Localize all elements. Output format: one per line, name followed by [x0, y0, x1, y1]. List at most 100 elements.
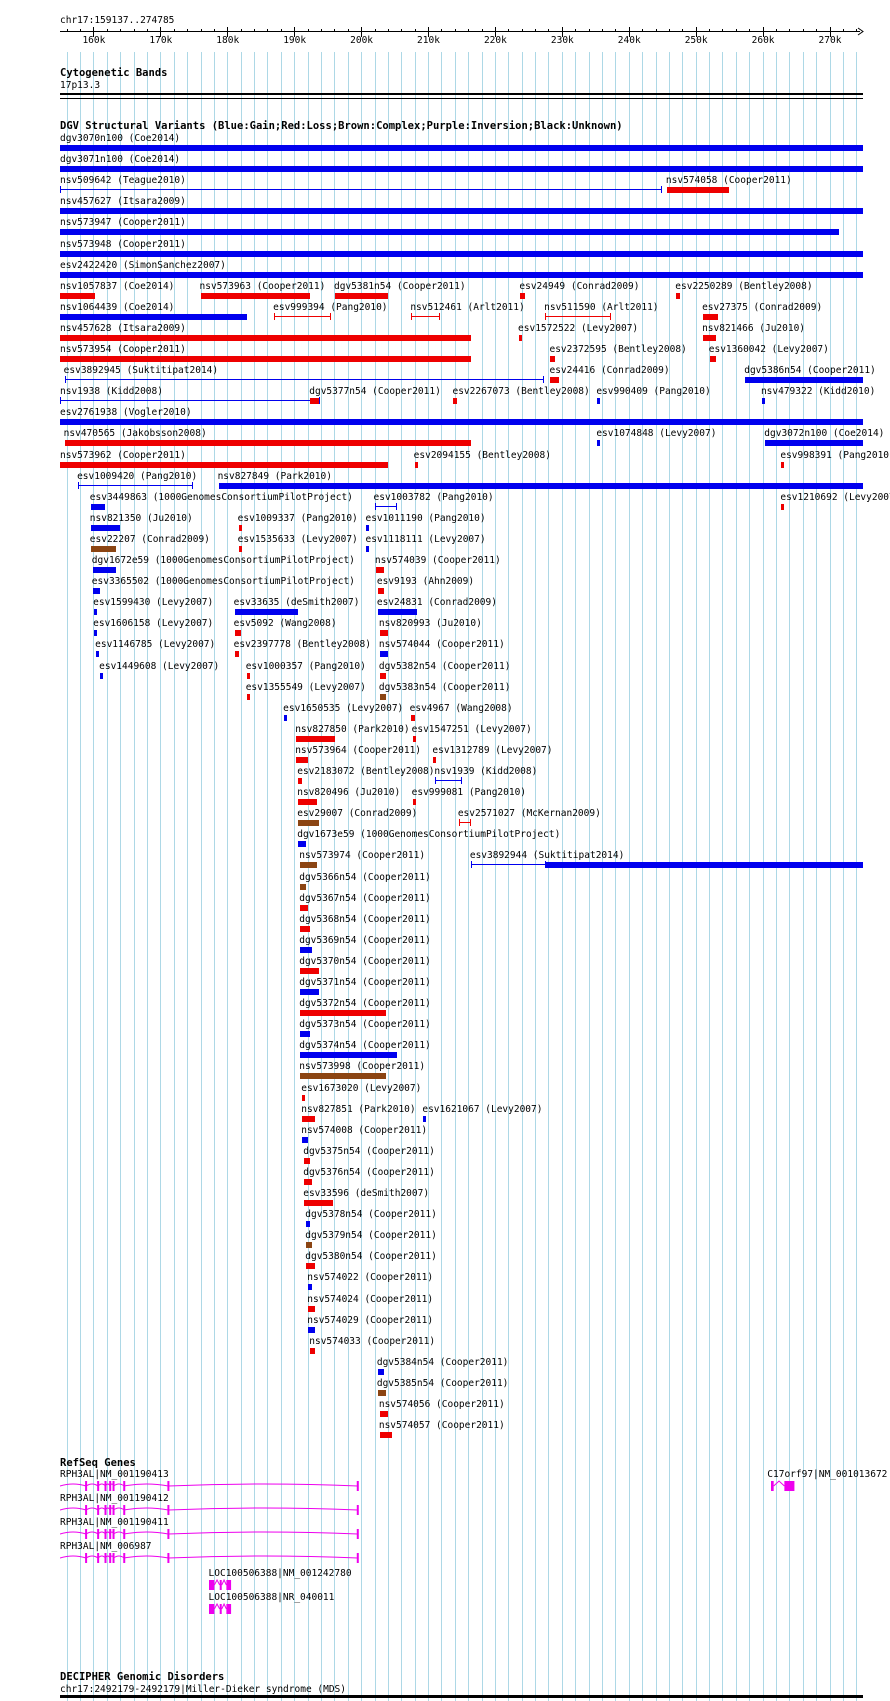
sv-bar-gain[interactable] [92, 588, 101, 595]
sv-bar-gain[interactable] [597, 440, 601, 447]
sv-label[interactable]: esv1360042 (Levy2007) [709, 344, 829, 355]
sv-bar-gain[interactable] [94, 609, 98, 616]
sv-bar-gain[interactable] [300, 946, 313, 953]
sv-bar-gain[interactable] [308, 1284, 313, 1291]
sv-bar-loss[interactable] [519, 334, 523, 341]
sv-bar-loss[interactable] [310, 398, 319, 405]
sv-label[interactable]: dgv3072n100 (Coe2014) [764, 428, 884, 439]
sv-span-line[interactable] [60, 189, 663, 191]
sv-bar-loss[interactable] [60, 292, 96, 299]
sv-label[interactable]: dgv5383n54 (Cooper2011) [379, 682, 511, 693]
sv-bar-loss[interactable] [300, 1010, 386, 1017]
sv-bar-loss[interactable] [246, 672, 250, 679]
gene-model[interactable] [60, 1504, 362, 1518]
gene-label[interactable]: RPH3AL|NM_006987 [60, 1541, 152, 1552]
sv-bar-gain[interactable] [765, 440, 863, 447]
sv-bar-gain[interactable] [546, 862, 863, 869]
sv-label[interactable]: esv27375 (Conrad2009) [702, 302, 822, 313]
sv-label[interactable]: nsv574008 (Cooper2011) [301, 1125, 427, 1136]
sv-bar-loss[interactable] [234, 630, 241, 637]
sv-bar-loss[interactable] [379, 1432, 392, 1439]
sv-span-line[interactable] [78, 484, 194, 486]
sv-bar-loss[interactable] [709, 356, 717, 362]
sv-label[interactable]: dgv3070n100 (Coe2014) [60, 133, 180, 144]
sv-label[interactable]: esv1011190 (Pang2010) [365, 513, 485, 524]
sv-bar-loss[interactable] [304, 1178, 313, 1185]
sv-bar-complex[interactable] [300, 862, 317, 869]
sv-label[interactable]: nsv573947 (Cooper2011) [60, 217, 186, 228]
sv-bar-gain[interactable] [100, 672, 104, 679]
sv-label[interactable]: esv1146785 (Levy2007) [95, 639, 215, 650]
sv-bar-loss[interactable] [60, 334, 471, 341]
sv-bar-complex[interactable] [379, 693, 386, 700]
sv-label[interactable]: nsv512461 (Arlt2011) [410, 302, 524, 313]
sv-label[interactable]: nsv574057 (Cooper2011) [379, 1420, 505, 1431]
sv-label[interactable]: nsv1938 (Kidd2008) [60, 386, 163, 397]
sv-label[interactable]: nsv827850 (Park2010) [295, 724, 409, 735]
sv-label[interactable]: dgv5379n54 (Cooper2011) [305, 1230, 437, 1241]
sv-bar-loss[interactable] [412, 735, 416, 742]
sv-label[interactable]: esv2397778 (Bentley2008) [234, 639, 371, 650]
sv-label[interactable]: esv1599430 (Levy2007) [93, 597, 213, 608]
sv-bar-loss[interactable] [300, 925, 311, 932]
sv-bar-loss[interactable] [375, 567, 384, 573]
sv-span-line[interactable] [435, 780, 463, 781]
sv-bar-loss[interactable] [300, 967, 319, 974]
sv-bar-gain[interactable] [377, 1368, 384, 1375]
sv-label[interactable]: esv1210692 (Levy2007) [780, 492, 890, 503]
sv-bar-loss[interactable] [60, 461, 388, 468]
sv-label[interactable]: esv1003782 (Pang2010) [374, 492, 494, 503]
sv-label[interactable]: esv998391 (Pang2010) [780, 450, 890, 461]
sv-bar-gain[interactable] [597, 398, 601, 405]
sv-span-line[interactable] [374, 505, 397, 507]
sv-label[interactable]: nsv457627 (Itsara2009) [60, 196, 186, 207]
sv-bar-loss[interactable] [238, 545, 242, 552]
sv-label[interactable]: nsv574022 (Cooper2011) [307, 1272, 433, 1283]
sv-bar-loss[interactable] [302, 1115, 315, 1122]
gene-model[interactable] [208, 1579, 236, 1593]
gene-model[interactable] [60, 1480, 362, 1494]
sv-bar-loss[interactable] [703, 334, 717, 341]
sv-bar-gain[interactable] [284, 714, 288, 721]
sv-label[interactable]: dgv5385n54 (Cooper2011) [377, 1378, 509, 1389]
sv-bar-loss[interactable] [308, 1305, 315, 1312]
sv-label[interactable]: nsv574044 (Cooper2011) [379, 639, 505, 650]
sv-label[interactable]: esv24949 (Conrad2009) [519, 281, 639, 292]
sv-label[interactable]: dgv1672e59 (1000GenomesConsortiumPilotPr… [92, 555, 355, 566]
sv-span-line[interactable] [60, 400, 321, 402]
sv-label[interactable]: esv24416 (Conrad2009) [549, 365, 669, 376]
sv-label[interactable]: nsv820496 (Ju2010) [297, 787, 400, 798]
sv-label[interactable]: nsv574039 (Cooper2011) [375, 555, 501, 566]
sv-bar-gain[interactable] [96, 651, 100, 658]
sv-bar-loss[interactable] [412, 799, 416, 806]
sv-label[interactable]: dgv3071n100 (Coe2014) [60, 154, 180, 165]
sv-bar-complex[interactable] [377, 1389, 386, 1396]
decipher-feature-label[interactable]: chr17:2492179-2492179|Miller-Dieker synd… [60, 1684, 346, 1695]
sv-label[interactable]: dgv5370n54 (Cooper2011) [299, 956, 431, 967]
sv-label[interactable]: esv3449863 (1000GenomesConsortiumPilotPr… [90, 492, 353, 503]
sv-bar-loss[interactable] [200, 292, 311, 299]
sv-bar-complex[interactable] [298, 820, 319, 827]
sv-bar-gain[interactable] [218, 482, 863, 489]
gene-label[interactable]: RPH3AL|NM_001190411 [60, 1517, 169, 1528]
sv-bar-loss[interactable] [246, 693, 250, 700]
sv-bar-gain[interactable] [234, 609, 299, 616]
sv-bar-gain[interactable] [423, 1115, 427, 1122]
sv-bar-loss[interactable] [296, 756, 309, 763]
sv-label[interactable]: esv2094155 (Bentley2008) [414, 450, 551, 461]
sv-label[interactable]: nsv573954 (Cooper2011) [60, 344, 186, 355]
sv-bar-loss[interactable] [414, 461, 418, 468]
sv-label[interactable]: nsv1939 (Kidd2008) [434, 766, 537, 777]
sv-bar-gain[interactable] [90, 524, 120, 531]
sv-bar-gain[interactable] [60, 271, 863, 278]
sv-bar-loss[interactable] [520, 292, 526, 299]
sv-label[interactable]: nsv821466 (Ju2010) [702, 323, 805, 334]
sv-bar-complex[interactable] [306, 1242, 313, 1249]
sv-label[interactable]: esv3892945 (Suktitipat2014) [64, 365, 218, 376]
sv-label[interactable]: dgv1673e59 (1000GenomesConsortiumPilotPr… [297, 829, 560, 840]
sv-label[interactable]: nsv574033 (Cooper2011) [309, 1336, 435, 1347]
sv-label[interactable]: esv1118111 (Levy2007) [365, 534, 485, 545]
gene-model[interactable] [208, 1603, 236, 1617]
sv-label[interactable]: esv1009337 (Pang2010) [238, 513, 358, 524]
sv-bar-loss[interactable] [410, 714, 415, 721]
